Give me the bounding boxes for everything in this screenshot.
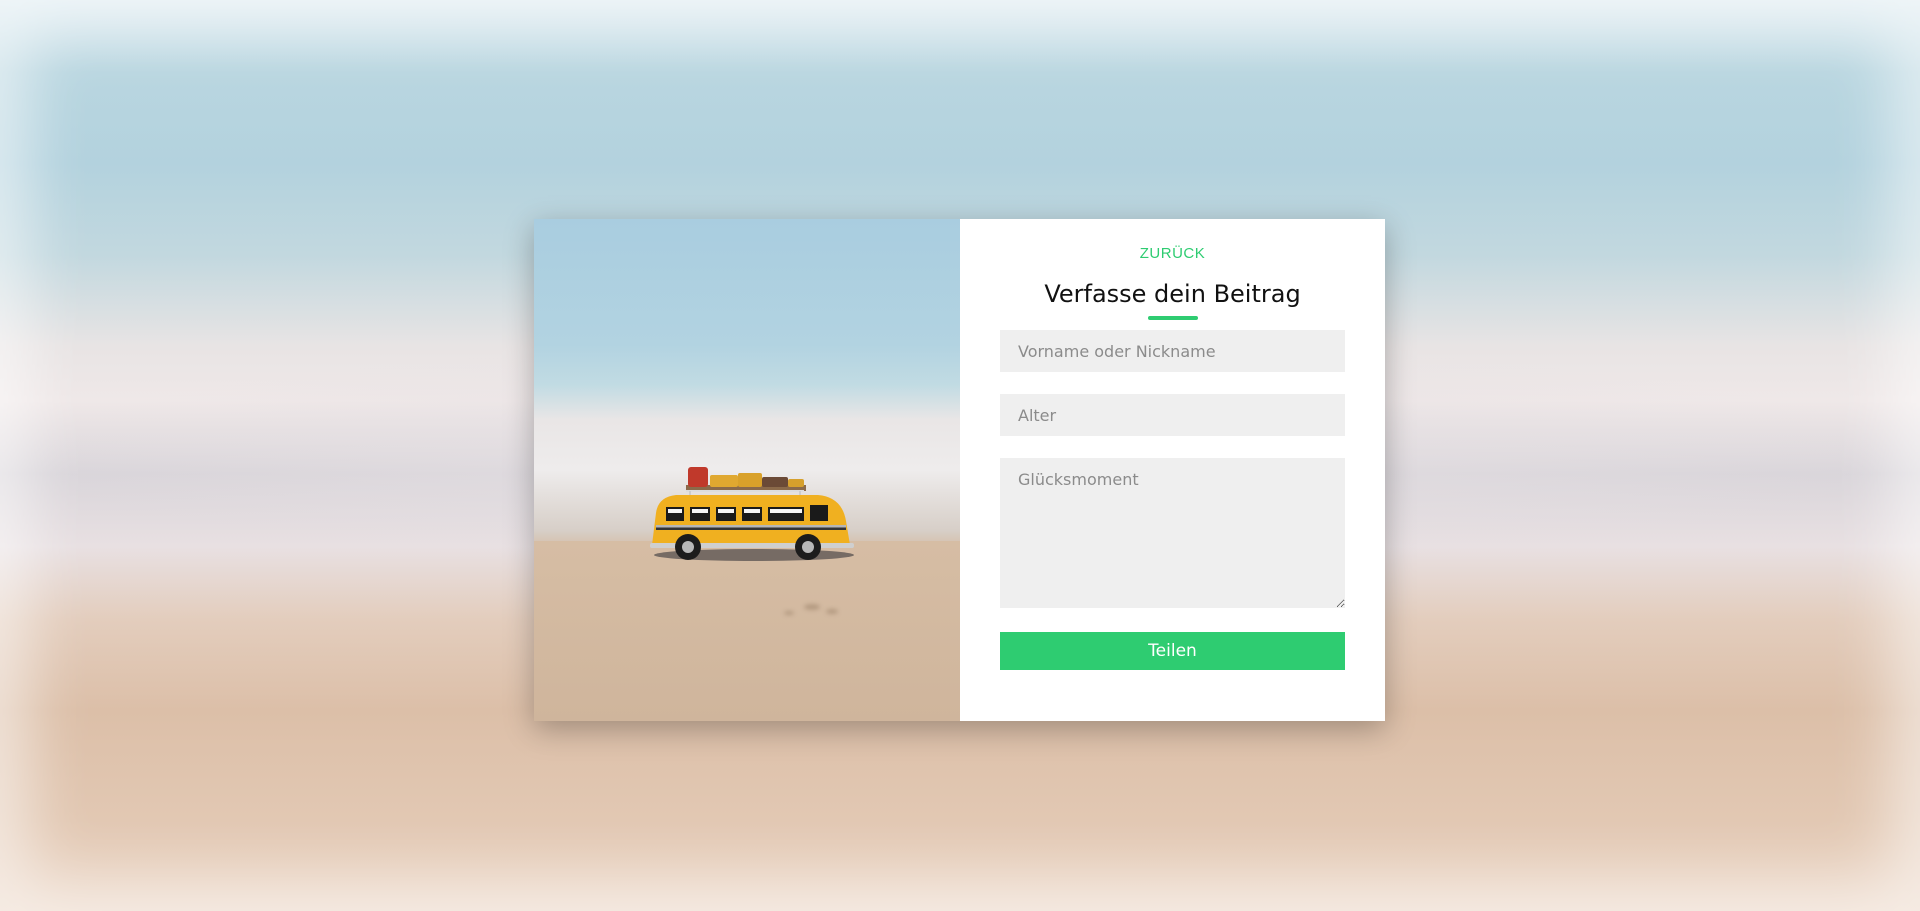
share-button[interactable]: Teilen — [1000, 632, 1345, 670]
post-form: ZURÜCK Verfasse dein Beitrag Teilen — [960, 219, 1385, 721]
toy-bus-icon — [642, 417, 862, 577]
back-link[interactable]: ZURÜCK — [1140, 245, 1206, 262]
age-input[interactable] — [1000, 394, 1345, 436]
beach-photo — [534, 219, 960, 721]
form-title: Verfasse dein Beitrag — [1044, 280, 1301, 308]
sand-spot — [784, 611, 794, 615]
sand-spot — [804, 604, 820, 610]
name-input[interactable] — [1000, 330, 1345, 372]
title-underline — [1147, 316, 1198, 320]
post-card: ZURÜCK Verfasse dein Beitrag Teilen — [534, 219, 1385, 721]
sand-spot — [826, 609, 838, 614]
moment-textarea[interactable] — [1000, 458, 1345, 608]
